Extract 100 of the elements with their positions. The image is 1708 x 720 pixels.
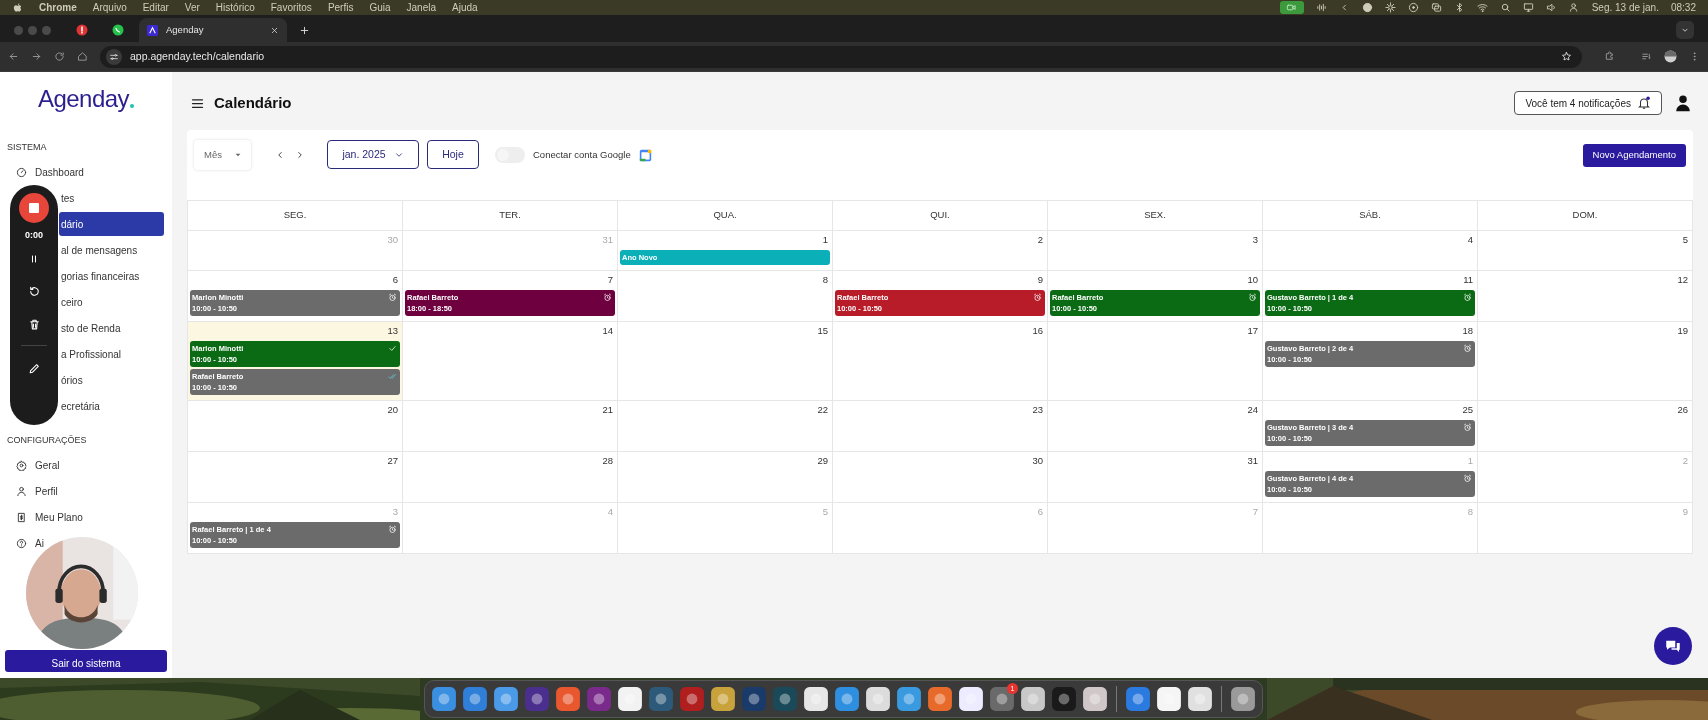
app-icon[interactable] bbox=[865, 686, 891, 712]
chat-icon[interactable] bbox=[112, 24, 124, 36]
browser-tab[interactable]: Agenday bbox=[139, 18, 287, 42]
app-icon[interactable] bbox=[1082, 686, 1108, 712]
user-switch-icon[interactable] bbox=[1568, 2, 1580, 13]
app-icon[interactable] bbox=[617, 686, 643, 712]
menu-item[interactable]: Janela bbox=[406, 0, 437, 15]
day-cell[interactable]: 5 bbox=[1478, 231, 1693, 271]
close-icon[interactable] bbox=[270, 25, 279, 35]
app-icon[interactable] bbox=[958, 686, 984, 712]
menu-item[interactable]: Ajuda bbox=[452, 0, 478, 15]
menu-item[interactable]: Perfis bbox=[327, 0, 354, 15]
day-cell[interactable]: 23 bbox=[833, 401, 1048, 452]
today-button[interactable]: Hoje bbox=[427, 140, 479, 169]
sidebar-item[interactable]: a Profissional bbox=[59, 342, 130, 366]
app-icon[interactable] bbox=[1020, 686, 1046, 712]
sidebar-item[interactable]: dário bbox=[59, 212, 164, 236]
app-icon[interactable] bbox=[803, 686, 829, 712]
speaker-icon[interactable] bbox=[1545, 2, 1557, 13]
app-icon[interactable] bbox=[1125, 686, 1151, 712]
menubar-date[interactable]: Seg. 13 de jan. bbox=[1591, 0, 1659, 15]
day-cell[interactable]: 2 bbox=[833, 231, 1048, 271]
menu-item[interactable]: Histórico bbox=[215, 0, 255, 15]
day-cell[interactable]: 19 bbox=[1478, 322, 1693, 401]
sidebar-item[interactable]: Meu Plano bbox=[8, 505, 91, 529]
app-icon[interactable] bbox=[834, 686, 860, 712]
reload-icon[interactable] bbox=[54, 51, 65, 62]
home-icon[interactable] bbox=[77, 51, 88, 62]
view-select[interactable]: Mês bbox=[194, 140, 251, 170]
app-icon[interactable] bbox=[431, 686, 457, 712]
bookmark-star-icon[interactable] bbox=[1561, 51, 1572, 62]
restart-icon[interactable] bbox=[27, 284, 41, 298]
previous-month-icon[interactable] bbox=[275, 150, 285, 160]
day-cell[interactable]: 31 bbox=[1048, 452, 1263, 503]
alert-icon[interactable] bbox=[76, 24, 88, 36]
sidebar-item[interactable]: órios bbox=[59, 368, 91, 392]
app-icon[interactable] bbox=[896, 686, 922, 712]
month-picker-button[interactable]: jan. 2025 bbox=[327, 140, 419, 169]
day-cell[interactable]: 29 bbox=[618, 452, 833, 503]
menu-item[interactable]: Guia bbox=[369, 0, 391, 15]
app-icon[interactable] bbox=[1187, 686, 1213, 712]
menu-item[interactable]: Arquivo bbox=[92, 0, 127, 15]
day-cell[interactable]: 12 bbox=[1478, 271, 1693, 322]
search-icon[interactable] bbox=[1499, 2, 1511, 13]
sidebar-item[interactable]: Ai bbox=[8, 531, 52, 555]
menu-item[interactable]: Ver bbox=[184, 0, 200, 15]
day-cell[interactable]: 22 bbox=[618, 401, 833, 452]
app-icon[interactable] bbox=[462, 686, 488, 712]
reading-list-icon[interactable] bbox=[1641, 51, 1652, 62]
display-icon[interactable] bbox=[1522, 2, 1534, 13]
app-icon[interactable] bbox=[493, 686, 519, 712]
app-icon[interactable] bbox=[1156, 686, 1182, 712]
menu-item[interactable]: Chrome bbox=[39, 0, 77, 15]
new-tab-icon[interactable] bbox=[299, 24, 310, 36]
sidebar-item[interactable]: Dashboard bbox=[8, 160, 92, 184]
waveform-icon[interactable] bbox=[1315, 2, 1327, 13]
day-cell[interactable]: 17 bbox=[1048, 322, 1263, 401]
menu-item[interactable]: Favoritos bbox=[270, 0, 312, 15]
menubar-time[interactable]: 08:32 bbox=[1670, 0, 1696, 15]
day-cell[interactable]: 4 bbox=[1263, 231, 1478, 271]
sidebar-item[interactable]: tes bbox=[59, 186, 83, 210]
new-appointment-button[interactable]: Novo Agendamento bbox=[1582, 144, 1686, 167]
gear-icon[interactable] bbox=[1384, 2, 1396, 13]
user-avatar-icon[interactable] bbox=[1674, 94, 1692, 112]
day-cell[interactable]: 30 bbox=[833, 452, 1048, 503]
camera-indicator[interactable] bbox=[1279, 1, 1304, 14]
sidebar-item[interactable]: sto de Renda bbox=[59, 316, 129, 340]
sidebar-item[interactable]: Perfil bbox=[8, 479, 66, 503]
logout-button[interactable]: Sair do sistema bbox=[5, 650, 167, 672]
wifi-icon[interactable] bbox=[1476, 2, 1488, 13]
menu-item[interactable]: Editar bbox=[142, 0, 169, 15]
app-icon[interactable] bbox=[989, 686, 1015, 712]
play-circle-icon[interactable] bbox=[1407, 2, 1419, 13]
day-cell[interactable]: 26 bbox=[1478, 401, 1693, 452]
day-cell[interactable]: 27 bbox=[188, 452, 403, 503]
app-icon[interactable] bbox=[710, 686, 736, 712]
day-cell[interactable]: 24 bbox=[1048, 401, 1263, 452]
day-cell[interactable]: 8 bbox=[618, 271, 833, 322]
day-cell[interactable]: 28 bbox=[403, 452, 618, 503]
day-cell[interactable]: 16 bbox=[833, 322, 1048, 401]
address-bar[interactable]: app.agenday.tech/calendario bbox=[100, 45, 1582, 68]
back-icon[interactable] bbox=[8, 51, 19, 62]
pencil-icon[interactable] bbox=[27, 361, 41, 375]
sidebar-item[interactable]: Geral bbox=[8, 453, 68, 477]
trash-icon[interactable] bbox=[27, 317, 41, 331]
windows-icon[interactable] bbox=[1430, 2, 1442, 13]
profile-avatar-icon[interactable] bbox=[1664, 50, 1677, 63]
site-settings-icon[interactable] bbox=[106, 48, 122, 65]
day-cell[interactable]: 20 bbox=[188, 401, 403, 452]
sidebar-item[interactable]: ecretária bbox=[59, 394, 108, 418]
app-logo[interactable]: Agenday bbox=[37, 86, 130, 112]
app-icon[interactable] bbox=[555, 686, 581, 712]
day-cell[interactable]: 3 bbox=[1048, 231, 1263, 271]
notifications-button[interactable]: Você tem 4 notificações bbox=[1514, 91, 1662, 115]
next-month-icon[interactable] bbox=[295, 150, 305, 160]
sidebar-item[interactable]: ceiro bbox=[59, 290, 91, 314]
app-icon[interactable] bbox=[927, 686, 953, 712]
day-cell[interactable]: 21 bbox=[403, 401, 618, 452]
app-icon[interactable] bbox=[1230, 686, 1256, 712]
day-cell[interactable]: 15 bbox=[618, 322, 833, 401]
